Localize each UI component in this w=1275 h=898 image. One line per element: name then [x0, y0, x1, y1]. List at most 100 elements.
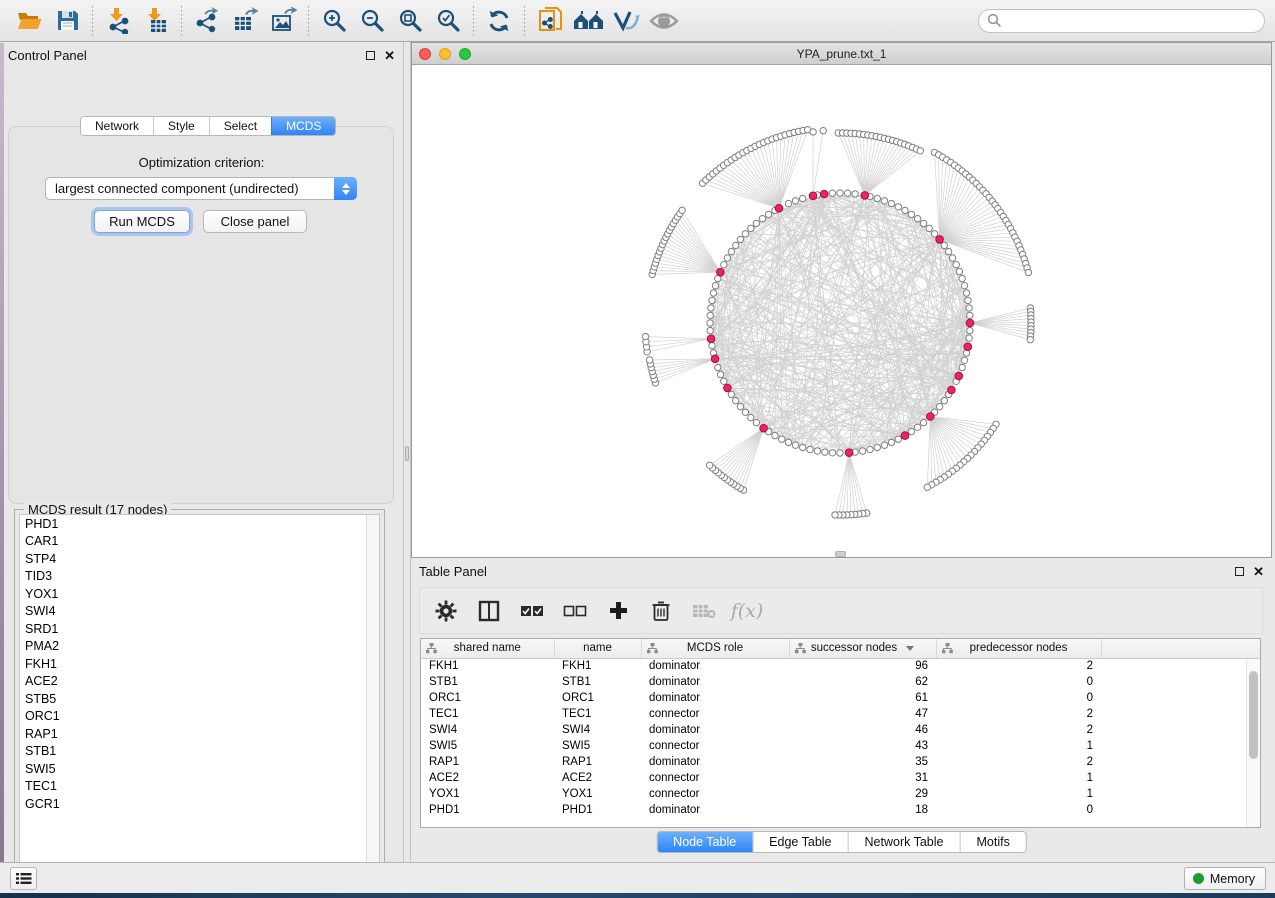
network-node[interactable]: [936, 403, 942, 409]
network-node-leaf[interactable]: [679, 207, 685, 213]
column-header-predecessor-nodes[interactable]: predecessor nodes: [936, 639, 1101, 658]
network-node[interactable]: [959, 275, 965, 281]
network-node[interactable]: [881, 198, 887, 204]
table-cell[interactable]: ORC1: [554, 690, 641, 706]
network-node-mcds[interactable]: [948, 386, 956, 394]
table-cell[interactable]: STB1: [554, 674, 641, 690]
table-cell[interactable]: dominator: [641, 754, 789, 770]
network-node[interactable]: [874, 195, 880, 201]
network-node[interactable]: [888, 200, 894, 206]
table-row[interactable]: SWI4SWI4dominator462: [421, 722, 1260, 738]
network-node[interactable]: [931, 231, 937, 237]
mcds-result-item[interactable]: STB1: [20, 743, 379, 761]
zoom-in-icon[interactable]: [315, 4, 353, 38]
table-cell[interactable]: YOX1: [554, 786, 641, 802]
float-table-panel-icon[interactable]: [1235, 567, 1244, 576]
close-panel-icon[interactable]: ✕: [384, 51, 395, 60]
network-node[interactable]: [779, 436, 785, 442]
network-node[interactable]: [920, 419, 926, 425]
network-node[interactable]: [728, 248, 734, 254]
network-node[interactable]: [733, 242, 739, 248]
network-node[interactable]: [715, 364, 721, 370]
network-node[interactable]: [708, 305, 714, 311]
table-row[interactable]: STB1STB1dominator620: [421, 674, 1260, 690]
network-node[interactable]: [721, 378, 727, 384]
table-cell[interactable]: 29: [789, 786, 936, 802]
network-node[interactable]: [852, 191, 858, 197]
table-cell[interactable]: 1: [936, 738, 1101, 754]
table-cell[interactable]: YOX1: [421, 786, 554, 802]
mcds-result-item[interactable]: SWI5: [20, 760, 379, 778]
network-node[interactable]: [859, 448, 865, 454]
table-cell[interactable]: ACE2: [554, 770, 641, 786]
table-row[interactable]: RAP1RAP1dominator352: [421, 754, 1260, 770]
network-node-mcds[interactable]: [955, 372, 963, 380]
mcds-result-item[interactable]: STB5: [20, 690, 379, 708]
select-all-icon[interactable]: [518, 597, 546, 625]
table-cell[interactable]: 35: [789, 754, 936, 770]
import-network-icon[interactable]: [99, 4, 137, 38]
mcds-result-item[interactable]: YOX1: [20, 585, 379, 603]
network-node-leaf[interactable]: [1025, 269, 1031, 275]
network-node-mcds[interactable]: [724, 384, 732, 392]
table-cell[interactable]: 61: [789, 690, 936, 706]
node-table[interactable]: shared namenameMCDS rolesuccessor nodesp…: [420, 638, 1261, 828]
network-node-mcds[interactable]: [966, 319, 974, 327]
vertical-splitter[interactable]: [403, 42, 411, 862]
network-node-leaf[interactable]: [706, 462, 712, 468]
table-cell[interactable]: dominator: [641, 722, 789, 738]
network-node[interactable]: [914, 216, 920, 222]
table-row[interactable]: YOX1YOX1connector291: [421, 786, 1260, 802]
network-node[interactable]: [967, 312, 973, 318]
network-node[interactable]: [765, 211, 771, 217]
table-cell[interactable]: 2: [936, 706, 1101, 722]
network-node[interactable]: [707, 312, 713, 318]
network-node[interactable]: [926, 225, 932, 231]
tab-network-table[interactable]: Network Table: [848, 832, 960, 852]
hide-graphics-details-icon[interactable]: [607, 4, 645, 38]
network-canvas[interactable]: [412, 65, 1271, 557]
network-node[interactable]: [953, 262, 959, 268]
network-node[interactable]: [737, 236, 743, 242]
table-row[interactable]: TEC1TEC1connector472: [421, 706, 1260, 722]
network-node[interactable]: [908, 211, 914, 217]
network-node[interactable]: [742, 409, 748, 415]
network-node-leaf[interactable]: [917, 148, 923, 154]
table-cell[interactable]: 1: [936, 786, 1101, 802]
table-cell[interactable]: 2: [936, 658, 1101, 674]
column-header-successor-nodes[interactable]: successor nodes: [789, 639, 936, 658]
network-node[interactable]: [867, 446, 873, 452]
network-node[interactable]: [753, 220, 759, 226]
table-cell[interactable]: connector: [641, 706, 789, 722]
network-node-mcds[interactable]: [861, 192, 869, 200]
network-node[interactable]: [748, 225, 754, 231]
network-node[interactable]: [965, 297, 971, 303]
mcds-result-item[interactable]: GCR1: [20, 795, 379, 813]
horizontal-splitter-handle[interactable]: [835, 551, 846, 557]
network-node-mcds[interactable]: [927, 413, 935, 421]
network-node-mcds[interactable]: [707, 335, 715, 343]
export-image-icon[interactable]: [264, 4, 302, 38]
network-node-leaf[interactable]: [820, 128, 826, 134]
search-input[interactable]: [1002, 14, 1256, 28]
run-mcds-button[interactable]: Run MCDS: [94, 210, 190, 233]
network-node[interactable]: [829, 450, 835, 456]
table-cell[interactable]: connector: [641, 786, 789, 802]
network-node[interactable]: [742, 231, 748, 237]
table-cell[interactable]: ORC1: [421, 690, 554, 706]
birds-eye-view-icon[interactable]: [645, 4, 683, 38]
network-node[interactable]: [792, 198, 798, 204]
table-cell[interactable]: dominator: [641, 658, 789, 674]
import-table-icon[interactable]: [137, 4, 175, 38]
table-cell[interactable]: 0: [936, 674, 1101, 690]
network-node[interactable]: [908, 428, 914, 434]
delete-column-icon[interactable]: [647, 597, 675, 625]
zoom-out-icon[interactable]: [353, 4, 391, 38]
network-node[interactable]: [800, 444, 806, 450]
network-node[interactable]: [712, 283, 718, 289]
mcds-result-item[interactable]: ACE2: [20, 673, 379, 691]
close-table-panel-icon[interactable]: ✕: [1253, 567, 1264, 576]
splitter-handle[interactable]: [405, 446, 409, 461]
network-node-mcds[interactable]: [845, 449, 853, 457]
network-node[interactable]: [966, 335, 972, 341]
